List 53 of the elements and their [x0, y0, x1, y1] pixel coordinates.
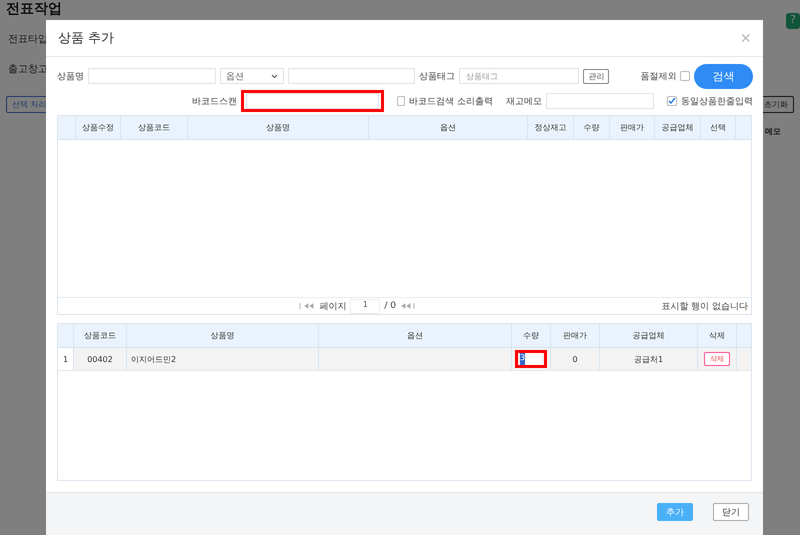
- column-header: 판매가: [551, 324, 600, 347]
- field-label: 재고메모: [506, 96, 542, 108]
- page-label: 페이지: [319, 300, 346, 312]
- page-field[interactable]: 1: [350, 298, 380, 314]
- close-dialog-button[interactable]: 닫기: [713, 503, 749, 521]
- column-header: 수량: [574, 116, 610, 139]
- checkbox[interactable]: [667, 96, 678, 106]
- column-header: 판매가: [610, 116, 655, 139]
- row-number: 1: [58, 348, 74, 370]
- chevron-down-icon: [270, 74, 278, 78]
- checkbox-label: 바코드검색 소리출력: [409, 96, 493, 108]
- last-page-icon[interactable]: [400, 303, 416, 309]
- dialog-title: 상품 추가: [58, 30, 114, 47]
- field-label: 상품태그: [418, 70, 455, 82]
- first-page-icon[interactable]: [299, 303, 316, 309]
- memo-field[interactable]: [546, 93, 654, 109]
- add-button[interactable]: 추가: [657, 503, 693, 521]
- option-select[interactable]: 옵션: [220, 68, 284, 84]
- column-header: 선택: [701, 116, 736, 139]
- column-header: 상품수정: [76, 116, 121, 139]
- checkbox[interactable]: [680, 71, 690, 81]
- page-title: 전표작업: [5, 0, 63, 19]
- manage-button[interactable]: 관리: [583, 68, 610, 84]
- search-button[interactable]: 검색: [694, 64, 753, 88]
- table-cell: 0: [551, 348, 600, 370]
- help-button[interactable]: ?: [786, 13, 800, 29]
- column-header: 공급업체: [600, 324, 698, 347]
- product-name-field[interactable]: [88, 68, 216, 84]
- page-total: / 0: [384, 301, 396, 311]
- column-header: 공급업체: [655, 116, 701, 139]
- tag-field[interactable]: 상품태그: [458, 68, 580, 84]
- column-header: 수량: [512, 324, 551, 347]
- column-header: 상품코드: [121, 116, 188, 139]
- field-label: 상품명: [57, 70, 84, 82]
- table-cell: 이지어드민2: [127, 348, 319, 370]
- column-header: 상품명: [127, 324, 319, 347]
- option-field[interactable]: [288, 68, 415, 84]
- checkbox-label: 동일상품한줄입력: [681, 96, 754, 108]
- form-label: 출고창고: [8, 63, 48, 77]
- column-header: 옵션: [369, 116, 528, 139]
- column-header: 상품코드: [74, 324, 127, 347]
- empty-message: 표시할 행이 없습니다: [661, 300, 748, 312]
- quantity-field[interactable]: 3: [520, 353, 542, 365]
- checkbox-label: 품절제외: [640, 70, 676, 82]
- table-cell: 공급처1: [600, 348, 698, 370]
- column-header: 삭제: [698, 324, 737, 347]
- column-header: 상품명: [188, 116, 369, 139]
- barcode-field[interactable]: [246, 93, 379, 109]
- checkbox[interactable]: [396, 96, 406, 106]
- column-header: 정상재고: [528, 116, 574, 139]
- table-cell: 00402: [74, 348, 127, 370]
- field-label: 바코드스캔: [192, 96, 237, 108]
- column-header: 옵션: [319, 324, 512, 347]
